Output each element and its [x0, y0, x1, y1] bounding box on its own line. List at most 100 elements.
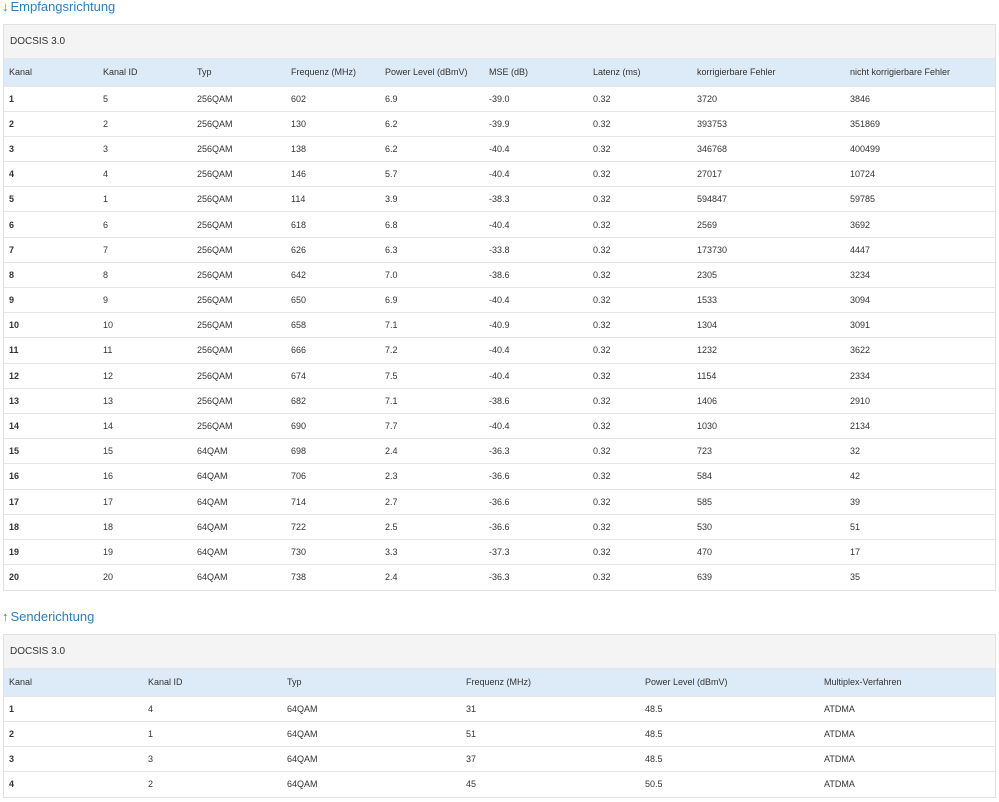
- table-cell: 2.4: [385, 572, 398, 583]
- channel-number: 20: [9, 572, 20, 583]
- upstream-table-body: 1 4 64QAM 31 48.5 ATDMA 2 1 64QAM 51 48.5 ATDMA 3 3 64…: [4, 696, 995, 797]
- table-row: 2 1 64QAM 51 48.5 ATDMA: [4, 721, 995, 746]
- table-cell: 6.2: [385, 143, 398, 154]
- table-cell: 3094: [850, 295, 871, 306]
- table-cell: -36.6: [489, 521, 510, 532]
- table-cell: 658: [291, 320, 307, 331]
- table-cell: 64QAM: [287, 728, 318, 739]
- table-cell: 346768: [697, 143, 728, 154]
- table-cell: 6.9: [385, 93, 398, 104]
- table-row: 3 3 64QAM 37 48.5 ATDMA: [4, 746, 995, 771]
- table-cell: ATDMA: [824, 779, 855, 790]
- table-cell: 3091: [850, 320, 871, 331]
- table-cell: 64QAM: [197, 521, 228, 532]
- table-cell: 5.7: [385, 169, 398, 180]
- table-cell: 2.3: [385, 471, 398, 482]
- table-cell: 6: [103, 219, 109, 230]
- table-row: 16 16 64QAM 706 2.3 -36.6 0.32 584 42: [4, 463, 995, 489]
- table-cell: 18: [103, 521, 114, 532]
- table-cell: 16: [103, 471, 114, 482]
- table-cell: 730: [291, 546, 307, 557]
- table-cell: 256QAM: [197, 269, 233, 280]
- channel-number: 13: [9, 395, 20, 406]
- table-cell: 10: [103, 320, 114, 331]
- table-cell: 114: [291, 194, 306, 205]
- table-cell: 256QAM: [197, 169, 233, 180]
- table-row: 6 6 256QAM 618 6.8 -40.4 0.32 2569 3692: [4, 211, 995, 237]
- table-cell: 138: [291, 143, 307, 154]
- table-cell: 0.32: [593, 395, 611, 406]
- table-cell: -40.4: [489, 219, 510, 230]
- table-row: 1 4 64QAM 31 48.5 ATDMA: [4, 696, 995, 721]
- table-cell: 0.32: [593, 496, 611, 507]
- table-cell: 666: [291, 345, 307, 356]
- column-header: korrigierbare Fehler: [697, 67, 776, 78]
- table-cell: 0.32: [593, 93, 611, 104]
- table-cell: 0.32: [593, 219, 611, 230]
- downstream-table: Kanal Kanal ID Typ Frequenz (MHz) Power Leve…: [4, 59, 995, 590]
- table-row: 13 13 256QAM 682 7.1 -38.6 0.32 1406 2910: [4, 388, 995, 413]
- channel-number: 3: [9, 753, 15, 764]
- table-cell: 2: [148, 779, 154, 790]
- table-cell: 35: [850, 572, 861, 583]
- table-cell: 2: [103, 118, 109, 129]
- channel-number: 17: [9, 496, 20, 507]
- table-cell: 4: [103, 169, 109, 180]
- table-cell: 682: [291, 395, 307, 406]
- table-cell: 17: [103, 496, 114, 507]
- table-row: 12 12 256QAM 674 7.5 -40.4 0.32 1154 2334: [4, 363, 995, 388]
- table-cell: 3: [148, 753, 154, 764]
- table-cell: 64QAM: [197, 546, 228, 557]
- channel-number: 8: [9, 269, 15, 280]
- table-cell: 2305: [697, 269, 718, 280]
- table-cell: ATDMA: [824, 753, 855, 764]
- column-header: Multiplex-Verfahren: [824, 677, 902, 688]
- table-row: 14 14 256QAM 690 7.7 -40.4 0.32 1030 2134: [4, 413, 995, 438]
- channel-number: 2: [9, 118, 15, 129]
- table-cell: 5: [103, 93, 109, 104]
- table-cell: 0.32: [593, 169, 611, 180]
- table-cell: 42: [850, 471, 861, 482]
- table-row: 8 8 256QAM 642 7.0 -38.6 0.32 2305 3234: [4, 262, 995, 287]
- table-row: 1 5 256QAM 602 6.9 -39.0 0.32 3720 3846: [4, 86, 995, 111]
- table-cell: 0.32: [593, 295, 611, 306]
- channel-number: 1: [9, 703, 15, 714]
- table-cell: -36.3: [489, 446, 510, 457]
- table-row: 11 11 256QAM 666 7.2 -40.4 0.32 1232 3622: [4, 337, 995, 363]
- column-header: Latenz (ms): [593, 67, 641, 78]
- table-cell: 3622: [850, 345, 871, 356]
- table-cell: -38.6: [489, 395, 510, 406]
- table-cell: 7.1: [385, 395, 398, 406]
- table-cell: 13: [103, 395, 114, 406]
- table-cell: 0.32: [593, 471, 611, 482]
- table-cell: 256QAM: [197, 244, 233, 255]
- table-cell: 690: [291, 421, 307, 432]
- table-cell: 1: [148, 728, 154, 739]
- table-cell: 48.5: [645, 728, 663, 739]
- table-cell: 173730: [697, 244, 728, 255]
- table-cell: 2334: [850, 370, 871, 381]
- upstream-panel: DOCSIS 3.0 Kanal Kanal ID Typ Frequenz (MHz…: [3, 634, 996, 798]
- table-cell: 20: [103, 572, 114, 583]
- channel-number: 2: [9, 728, 15, 739]
- table-cell: 706: [291, 471, 307, 482]
- table-cell: 3.9: [385, 194, 398, 205]
- table-cell: -38.6: [489, 269, 510, 280]
- table-cell: 0.32: [593, 546, 611, 557]
- table-cell: 400499: [850, 143, 881, 154]
- table-cell: 4447: [850, 244, 871, 255]
- table-cell: 7.2: [385, 345, 398, 356]
- table-cell: -40.9: [489, 320, 510, 331]
- table-cell: 1232: [697, 345, 718, 356]
- table-cell: 530: [697, 521, 713, 532]
- table-row: 4 4 256QAM 146 5.7 -40.4 0.32 27017 10724: [4, 161, 995, 187]
- table-cell: 7.5: [385, 370, 398, 381]
- table-cell: 2910: [850, 395, 871, 406]
- table-cell: 0.32: [593, 572, 611, 583]
- table-cell: 256QAM: [197, 395, 233, 406]
- table-cell: 64QAM: [287, 779, 318, 790]
- column-header: Power Level (dBmV): [385, 67, 468, 78]
- table-cell: 0.32: [593, 345, 611, 356]
- table-cell: 7.7: [385, 421, 398, 432]
- column-header: Power Level (dBmV): [645, 677, 728, 688]
